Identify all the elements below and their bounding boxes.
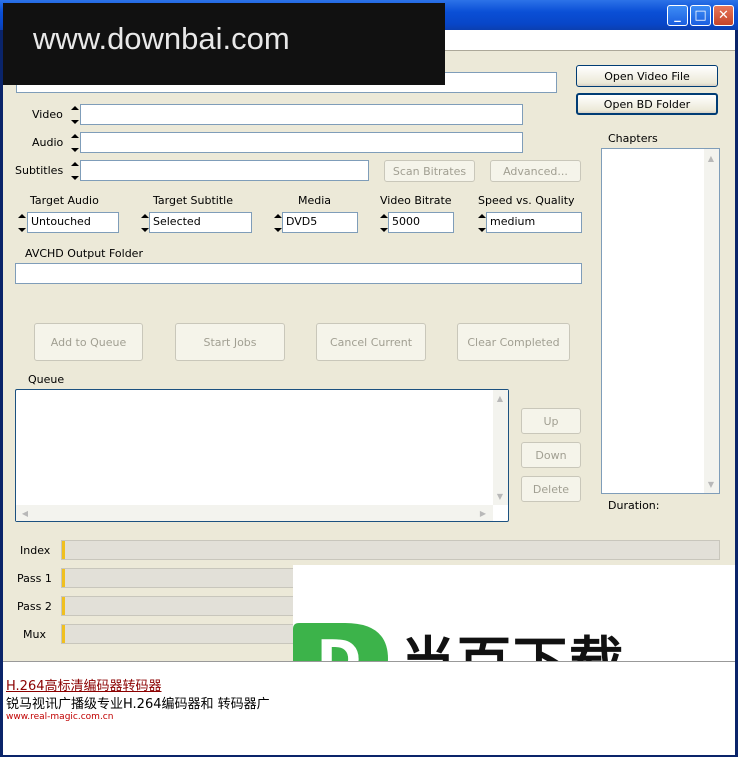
- target-audio-spinner[interactable]: [18, 214, 26, 232]
- watermark-banner: www.downbai.com: [3, 3, 445, 85]
- target-subtitle-spinner[interactable]: [141, 214, 149, 232]
- add-to-queue-button[interactable]: Add to Queue: [34, 323, 143, 361]
- scroll-up-icon[interactable]: ▲: [705, 152, 717, 164]
- target-subtitle-field[interactable]: Selected: [149, 212, 252, 233]
- video-bitrate-label: Video Bitrate: [380, 194, 452, 207]
- minimize-button[interactable]: _: [667, 5, 688, 26]
- clear-completed-button[interactable]: Clear Completed: [457, 323, 570, 361]
- index-progress-bar: [61, 540, 720, 560]
- speed-quality-field[interactable]: medium: [486, 212, 582, 233]
- queue-up-button[interactable]: Up: [521, 408, 581, 434]
- close-icon: ✕: [718, 8, 729, 23]
- scroll-up-icon[interactable]: ▲: [494, 392, 506, 404]
- media-field[interactable]: DVD5: [282, 212, 358, 233]
- ad-overlay[interactable]: D 当百下载: [293, 565, 735, 693]
- audio-spinner[interactable]: [71, 134, 79, 152]
- pass1-label: Pass 1: [17, 572, 52, 585]
- queue-list[interactable]: ▲ ▼ ◀ ▶: [15, 389, 509, 522]
- video-stream-select[interactable]: [80, 104, 523, 125]
- queue-horizontal-scrollbar[interactable]: ◀ ▶: [16, 505, 493, 521]
- pass1-progress-fill: [62, 569, 65, 587]
- queue-down-button[interactable]: Down: [521, 442, 581, 468]
- output-folder-input[interactable]: [15, 263, 582, 284]
- maximize-icon: □: [694, 8, 707, 23]
- speed-quality-label: Speed vs. Quality: [478, 194, 575, 207]
- minimize-icon: _: [674, 8, 681, 23]
- chapters-scrollbar[interactable]: ▲ ▼: [704, 149, 719, 493]
- scroll-down-icon[interactable]: ▼: [705, 478, 717, 490]
- target-subtitle-label: Target Subtitle: [153, 194, 233, 207]
- queue-vertical-scrollbar[interactable]: ▲ ▼: [493, 390, 508, 505]
- open-bd-folder-button[interactable]: Open BD Folder: [576, 93, 718, 115]
- chapters-label: Chapters: [608, 132, 658, 145]
- audio-stream-select[interactable]: [80, 132, 523, 153]
- scroll-down-icon[interactable]: ▼: [494, 490, 506, 502]
- queue-delete-button[interactable]: Delete: [521, 476, 581, 502]
- chapters-list[interactable]: ▲ ▼: [601, 148, 720, 494]
- ad-link-title[interactable]: H.264高标清编码器转码器: [6, 675, 162, 694]
- duration-label: Duration:: [608, 499, 660, 512]
- close-button[interactable]: ✕: [713, 5, 734, 26]
- ad-url[interactable]: www.real-magic.com.cn: [6, 712, 113, 722]
- mux-progress-fill: [62, 625, 65, 643]
- ad-description: 锐马视讯广播级专业H.264编码器和 转码器广: [6, 697, 270, 712]
- subtitles-stream-select[interactable]: [80, 160, 369, 181]
- subtitles-label: Subtitles: [15, 164, 64, 177]
- scroll-left-icon[interactable]: ◀: [19, 507, 31, 519]
- pass2-label: Pass 2: [17, 600, 52, 613]
- target-audio-label: Target Audio: [30, 194, 99, 207]
- video-label: Video: [32, 108, 63, 121]
- pass2-progress-fill: [62, 597, 65, 615]
- scroll-right-icon[interactable]: ▶: [477, 507, 489, 519]
- advanced-button[interactable]: Advanced...: [490, 160, 581, 182]
- video-spinner[interactable]: [71, 106, 79, 124]
- start-jobs-button[interactable]: Start Jobs: [175, 323, 285, 361]
- audio-label: Audio: [32, 136, 64, 149]
- index-progress-fill: [62, 541, 65, 559]
- video-bitrate-field[interactable]: 5000: [388, 212, 454, 233]
- output-folder-label: AVCHD Output Folder: [25, 247, 143, 260]
- open-video-file-button[interactable]: Open Video File: [576, 65, 718, 87]
- mux-label: Mux: [23, 628, 46, 641]
- speed-quality-spinner[interactable]: [478, 214, 486, 232]
- target-audio-field[interactable]: Untouched: [27, 212, 119, 233]
- media-spinner[interactable]: [274, 214, 282, 232]
- maximize-button[interactable]: □: [690, 5, 711, 26]
- scan-bitrates-button[interactable]: Scan Bitrates: [384, 160, 475, 182]
- video-bitrate-spinner[interactable]: [380, 214, 388, 232]
- ad-logo-bottom-area: [293, 661, 735, 754]
- watermark-text: www.downbai.com: [33, 21, 290, 56]
- cancel-current-button[interactable]: Cancel Current: [316, 323, 426, 361]
- queue-label: Queue: [28, 373, 65, 386]
- media-label: Media: [298, 194, 332, 207]
- subtitles-spinner[interactable]: [71, 162, 79, 180]
- index-label: Index: [20, 544, 51, 557]
